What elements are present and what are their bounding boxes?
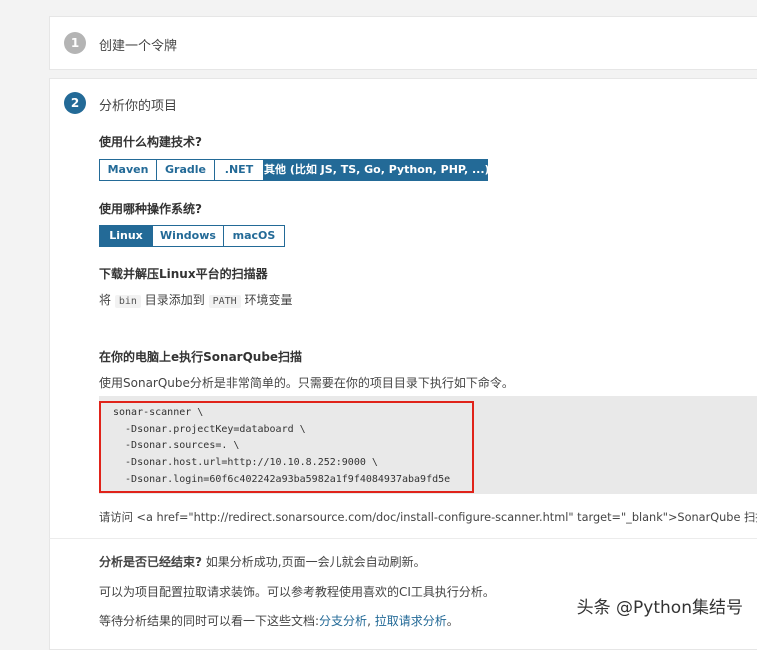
path-middle: 目录添加到 — [144, 293, 205, 307]
docs-sep: , — [367, 614, 375, 628]
finished-line: 分析是否已经结束? 如果分析成功,页面一会儿就会自动刷新。 — [99, 553, 426, 570]
build-option-maven[interactable]: Maven — [99, 159, 157, 181]
docs-prefix: 等待分析结果的同时可以看一下这些文档: — [99, 614, 320, 628]
bin-code: bin — [114, 295, 141, 308]
watermark: 头条 @Python集结号 — [576, 598, 743, 618]
step-2-number: 2 — [64, 92, 86, 114]
build-option-gradle[interactable]: Gradle — [157, 159, 215, 181]
os-option-macos[interactable]: macOS — [224, 225, 285, 247]
docs-line: 等待分析结果的同时可以看一下这些文档:分支分析, 拉取请求分析。 — [99, 612, 459, 629]
os-option-linux[interactable]: Linux — [99, 225, 153, 247]
os-options: Linux Windows macOS — [99, 225, 285, 247]
pull-request-analysis-link[interactable]: 拉取请求分析 — [375, 614, 447, 628]
os-option-windows[interactable]: Windows — [153, 225, 224, 247]
doc-link-text: 请访问 <a href="http://redirect.sonarsource… — [99, 511, 757, 524]
run-heading: 在你的电脑上e执行SonarQube扫描 — [99, 350, 303, 364]
build-option-dotnet[interactable]: .NET — [215, 159, 264, 181]
decorate-text: 可以为项目配置拉取请求装饰。可以参考教程使用喜欢的CI工具执行分析。 — [99, 585, 495, 599]
step-2-title: 分析你的项目 — [99, 99, 178, 114]
highlight-box — [99, 401, 474, 493]
run-description: 使用SonarQube分析是非常简单的。只需要在你的项目目录下执行如下命令。 — [99, 376, 514, 390]
branch-analysis-link[interactable]: 分支分析 — [319, 614, 367, 628]
step-1-title[interactable]: 创建一个令牌 — [99, 35, 177, 54]
path-prefix: 将 — [99, 293, 112, 307]
os-question: 使用哪种操作系统? — [99, 202, 202, 216]
download-heading: 下载并解压Linux平台的扫描器 — [99, 267, 268, 281]
path-code: PATH — [208, 295, 241, 308]
build-options: Maven Gradle .NET 其他 (比如 JS, TS, Go, Pyt… — [99, 159, 490, 181]
finished-answer: 如果分析成功,页面一会儿就会自动刷新。 — [205, 555, 426, 569]
path-suffix: 环境变量 — [244, 293, 293, 307]
docs-suffix: 。 — [446, 614, 459, 628]
path-instruction: 将 bin 目录添加到 PATH 环境变量 — [99, 291, 293, 308]
build-option-other[interactable]: 其他 (比如 JS, TS, Go, Python, PHP, ...) — [264, 159, 490, 181]
build-question: 使用什么构建技术? — [99, 135, 202, 149]
finished-question: 分析是否已经结束? — [99, 555, 202, 569]
step-1-number: 1 — [64, 32, 86, 54]
